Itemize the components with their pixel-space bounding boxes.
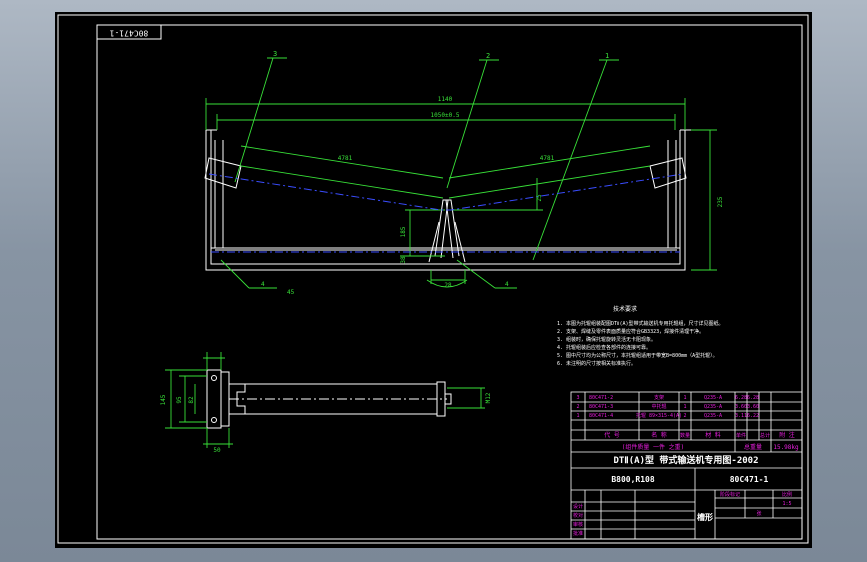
scale-label: 比例 <box>782 491 792 498</box>
col-name: 名 称 <box>651 431 667 439</box>
part-row-1-mass: 3.11 <box>735 413 747 419</box>
side-view <box>206 369 452 429</box>
main-dimension-lines <box>205 57 717 289</box>
dim-small-b: 38 <box>400 256 407 264</box>
part-row-1-name: 托辊 89×315-4(A) <box>636 412 682 419</box>
part-row-2-qty: 1 <box>683 404 686 410</box>
notes-title: 技术要求 <box>613 305 637 313</box>
cad-viewport[interactable]: 80C471-1 3 2 1 1140 1050±0.5 4781 4781 2… <box>55 12 812 548</box>
col-total: 总计 <box>760 432 770 439</box>
part-row-3-code: 80C471-2 <box>589 395 613 401</box>
scale-value: 1:5 <box>782 501 791 507</box>
corner-stamp: 80C471-1 <box>110 29 149 38</box>
part-name: 槽形 <box>697 512 713 522</box>
col-remark: 附 注 <box>779 431 795 439</box>
part-row-3-name: 支架 <box>654 394 664 401</box>
callout-bottom-left: 4 <box>261 281 265 288</box>
mass-note: (组件质量 一件 之重) <box>622 443 684 451</box>
dim-side-depth: 82 <box>188 396 195 404</box>
part-row-3-no: 3 <box>576 395 579 401</box>
part-row-3-total: 6.28 <box>747 395 759 401</box>
part-row-2-name: 中托辊 <box>651 403 666 410</box>
note-2: 2. 支架、焊缝及零件表面质量应符合GB3323，焊接件清理干净。 <box>557 328 704 335</box>
dim-side-flange: 50 <box>213 447 221 454</box>
note-3: 3. 组装时，确保托辊旋转灵活无卡阻现象。 <box>557 336 656 343</box>
row-check: 校对 <box>573 512 583 519</box>
part-row-2-total: 3.60 <box>747 404 759 410</box>
drawing-no: 80C471-1 <box>730 475 769 484</box>
drawing-sheet: 80C471-1 3 2 1 1140 1050±0.5 4781 4781 2… <box>57 14 809 544</box>
note-1: 1. 本图为托辊组装配图DTⅡ(A)型带式输送机专用托辊组，尺寸详见图纸。 <box>557 320 724 327</box>
mass-value: 15.98kg <box>773 444 799 451</box>
mass-label: 总重量 <box>744 443 762 451</box>
dim-height-right: 235 <box>717 196 724 207</box>
col-qty: 数量 <box>680 432 690 439</box>
dim-inner-width: 1050±0.5 <box>431 112 460 119</box>
note-5: 5. 图中尺寸均为公称尺寸，本托辊组适用于带宽B=800mm（A型托辊）。 <box>557 352 718 359</box>
balloon-3: 3 <box>273 50 277 58</box>
dim-side-width: 95 <box>176 396 183 404</box>
part-row-2-code: 80C471-3 <box>589 404 613 410</box>
part-row-1-total: 6.22 <box>747 413 759 419</box>
col-material: 材 料 <box>705 431 721 439</box>
note-4: 4. 托辊组装后应检查各部件的连接可靠。 <box>557 344 651 351</box>
part-row-1-material: Q235-A <box>704 413 722 419</box>
dim-side-height: 145 <box>160 394 167 405</box>
row-approve: 批准 <box>573 530 583 537</box>
part-row-3-qty: 1 <box>683 395 686 401</box>
sheet-label: 张 <box>756 510 761 517</box>
row-review: 审核 <box>573 521 583 528</box>
stage-label: 阶段标记 <box>720 491 740 498</box>
part-row-2-mass: 3.60 <box>735 404 747 410</box>
spec: B800,R108 <box>611 475 655 484</box>
part-row-1-no: 1 <box>576 413 579 419</box>
callout-bottom-right: 4 <box>505 281 509 288</box>
col-code: 代 号 <box>604 431 620 439</box>
balloon-2: 2 <box>486 52 490 60</box>
col-unit: 单件 <box>736 432 746 439</box>
note-6: 6. 未注明的尺寸按相关标准执行。 <box>557 360 636 367</box>
balloon-1: 1 <box>605 52 609 60</box>
dim-small-a: 25 <box>536 194 543 202</box>
dim-bottom: 28 <box>444 282 452 289</box>
dim-overall-width: 1140 <box>438 96 453 103</box>
dim-shaft: M12 <box>485 392 492 403</box>
part-row-1-code: 80C471-4 <box>589 413 613 419</box>
part-row-3-mass: 6.28 <box>735 395 747 401</box>
dim-slope-left: 4781 <box>338 155 353 162</box>
part-row-1-qty: 2 <box>683 413 686 419</box>
part-row-3-material: Q235-A <box>704 395 722 401</box>
dim-slope-right: 4781 <box>540 155 555 162</box>
part-row-2-no: 2 <box>576 404 579 410</box>
series-title: DTⅡ(A)型 带式输送机专用图-2002 <box>613 454 758 466</box>
row-design: 设计 <box>573 503 583 510</box>
dim-angle: 45 <box>287 289 295 296</box>
dim-height-mid: 185 <box>400 226 407 237</box>
part-row-2-material: Q235-A <box>704 404 722 410</box>
